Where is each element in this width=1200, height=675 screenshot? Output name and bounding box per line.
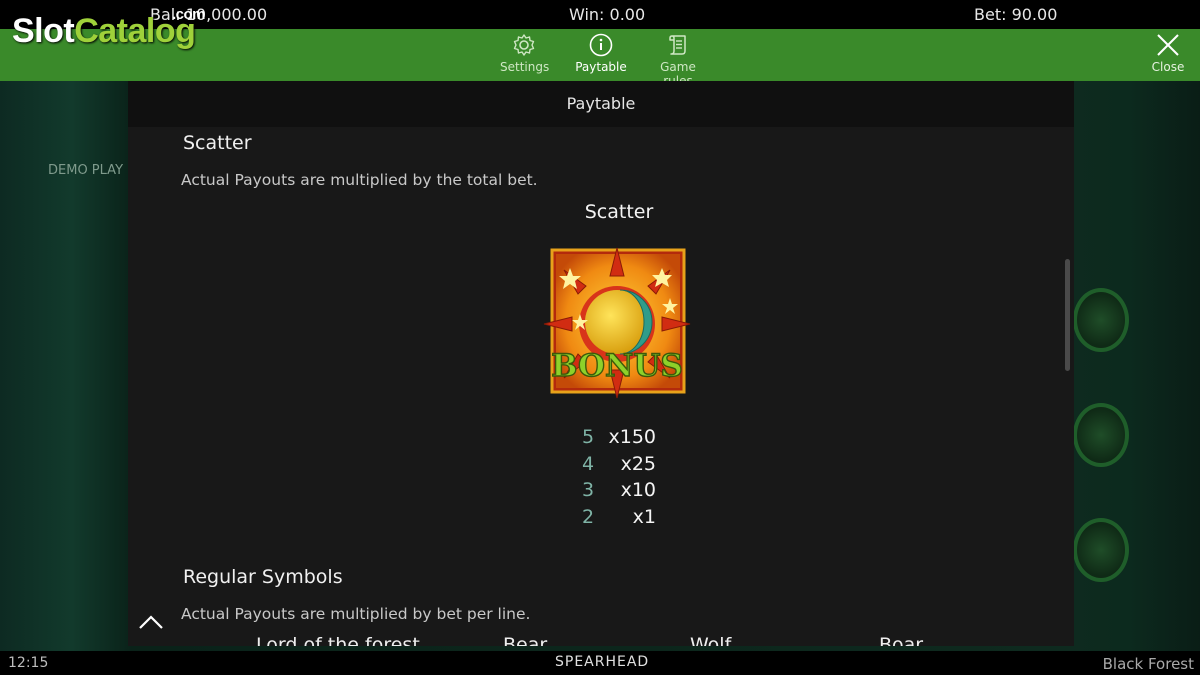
scatter-payout-note: Actual Payouts are multiplied by the tot…	[181, 171, 538, 189]
symbol-label-bear: Bear	[503, 634, 548, 646]
pay-row: 2 x1	[578, 504, 668, 531]
close-label: Close	[1151, 60, 1185, 74]
coins-icon	[1073, 518, 1129, 582]
info-icon	[589, 33, 613, 57]
close-button[interactable]: Close	[1148, 32, 1188, 74]
next-symbol-labels: Lord of the forest Bear Wolf Boar	[128, 634, 1074, 646]
pay-count: 3	[582, 479, 595, 501]
pay-row: 3 x10	[578, 477, 668, 504]
close-icon	[1157, 34, 1179, 56]
watermark-logo: SlotCatalog .com	[12, 6, 206, 51]
logo-com-text: .com	[172, 6, 206, 23]
settings-tab[interactable]: Settings	[500, 32, 550, 74]
panel-header: Paytable	[128, 81, 1074, 127]
demo-play-label: DEMO PLAY	[48, 163, 124, 178]
pay-count: 5	[582, 426, 595, 448]
pay-multiplier: x25	[620, 452, 656, 475]
scatter-symbol-title: Scatter	[584, 201, 654, 223]
scatter-section-title: Scatter	[183, 132, 252, 154]
bet-display: Bet: 90.00	[974, 5, 1058, 24]
scrollbar-thumb[interactable]	[1065, 259, 1070, 371]
bonus-symbol-text: BONUS	[551, 348, 683, 384]
scroll-up-icon[interactable]	[138, 613, 164, 631]
symbol-label-boar: Boar	[879, 634, 924, 646]
scatter-pay-list: 5 x150 4 x25 3 x10 2 x1	[578, 424, 668, 530]
regular-symbols-title: Regular Symbols	[183, 566, 343, 588]
bottom-bar: 12:15 SPEARHEAD Black Forest	[0, 651, 1200, 675]
provider-logo: SPEARHEAD	[555, 654, 650, 670]
scroll-icon	[669, 35, 686, 55]
gear-icon	[513, 34, 535, 56]
paytable-label: Paytable	[575, 60, 627, 74]
pay-multiplier: x1	[632, 505, 656, 528]
logo-slot-text: Slot	[12, 12, 75, 50]
symbol-label-lord: Lord of the forest	[256, 634, 420, 646]
symbol-label-wolf: Wolf	[690, 634, 732, 646]
pay-row: 5 x150	[578, 424, 668, 451]
pay-multiplier: x10	[620, 479, 656, 501]
pay-count: 4	[582, 452, 595, 475]
spin-icon	[1073, 403, 1129, 467]
paytable-tab[interactable]: Paytable	[574, 32, 628, 74]
game-name: Black Forest	[1102, 655, 1194, 673]
play-icon	[1073, 288, 1129, 352]
regular-payout-note: Actual Payouts are multiplied by bet per…	[181, 605, 531, 623]
win-display: Win: 0.00	[569, 5, 646, 24]
clock: 12:15	[8, 655, 49, 671]
pay-multiplier: x150	[608, 426, 656, 448]
settings-label: Settings	[500, 60, 550, 74]
paytable-panel[interactable]: Paytable Scatter Actual Payouts are mult…	[128, 81, 1074, 646]
pay-row: 4 x25	[578, 451, 668, 478]
bonus-scatter-symbol: BONUS	[543, 247, 691, 399]
game-rules-tab[interactable]: Game rules	[644, 32, 712, 88]
pay-count: 2	[582, 505, 595, 528]
